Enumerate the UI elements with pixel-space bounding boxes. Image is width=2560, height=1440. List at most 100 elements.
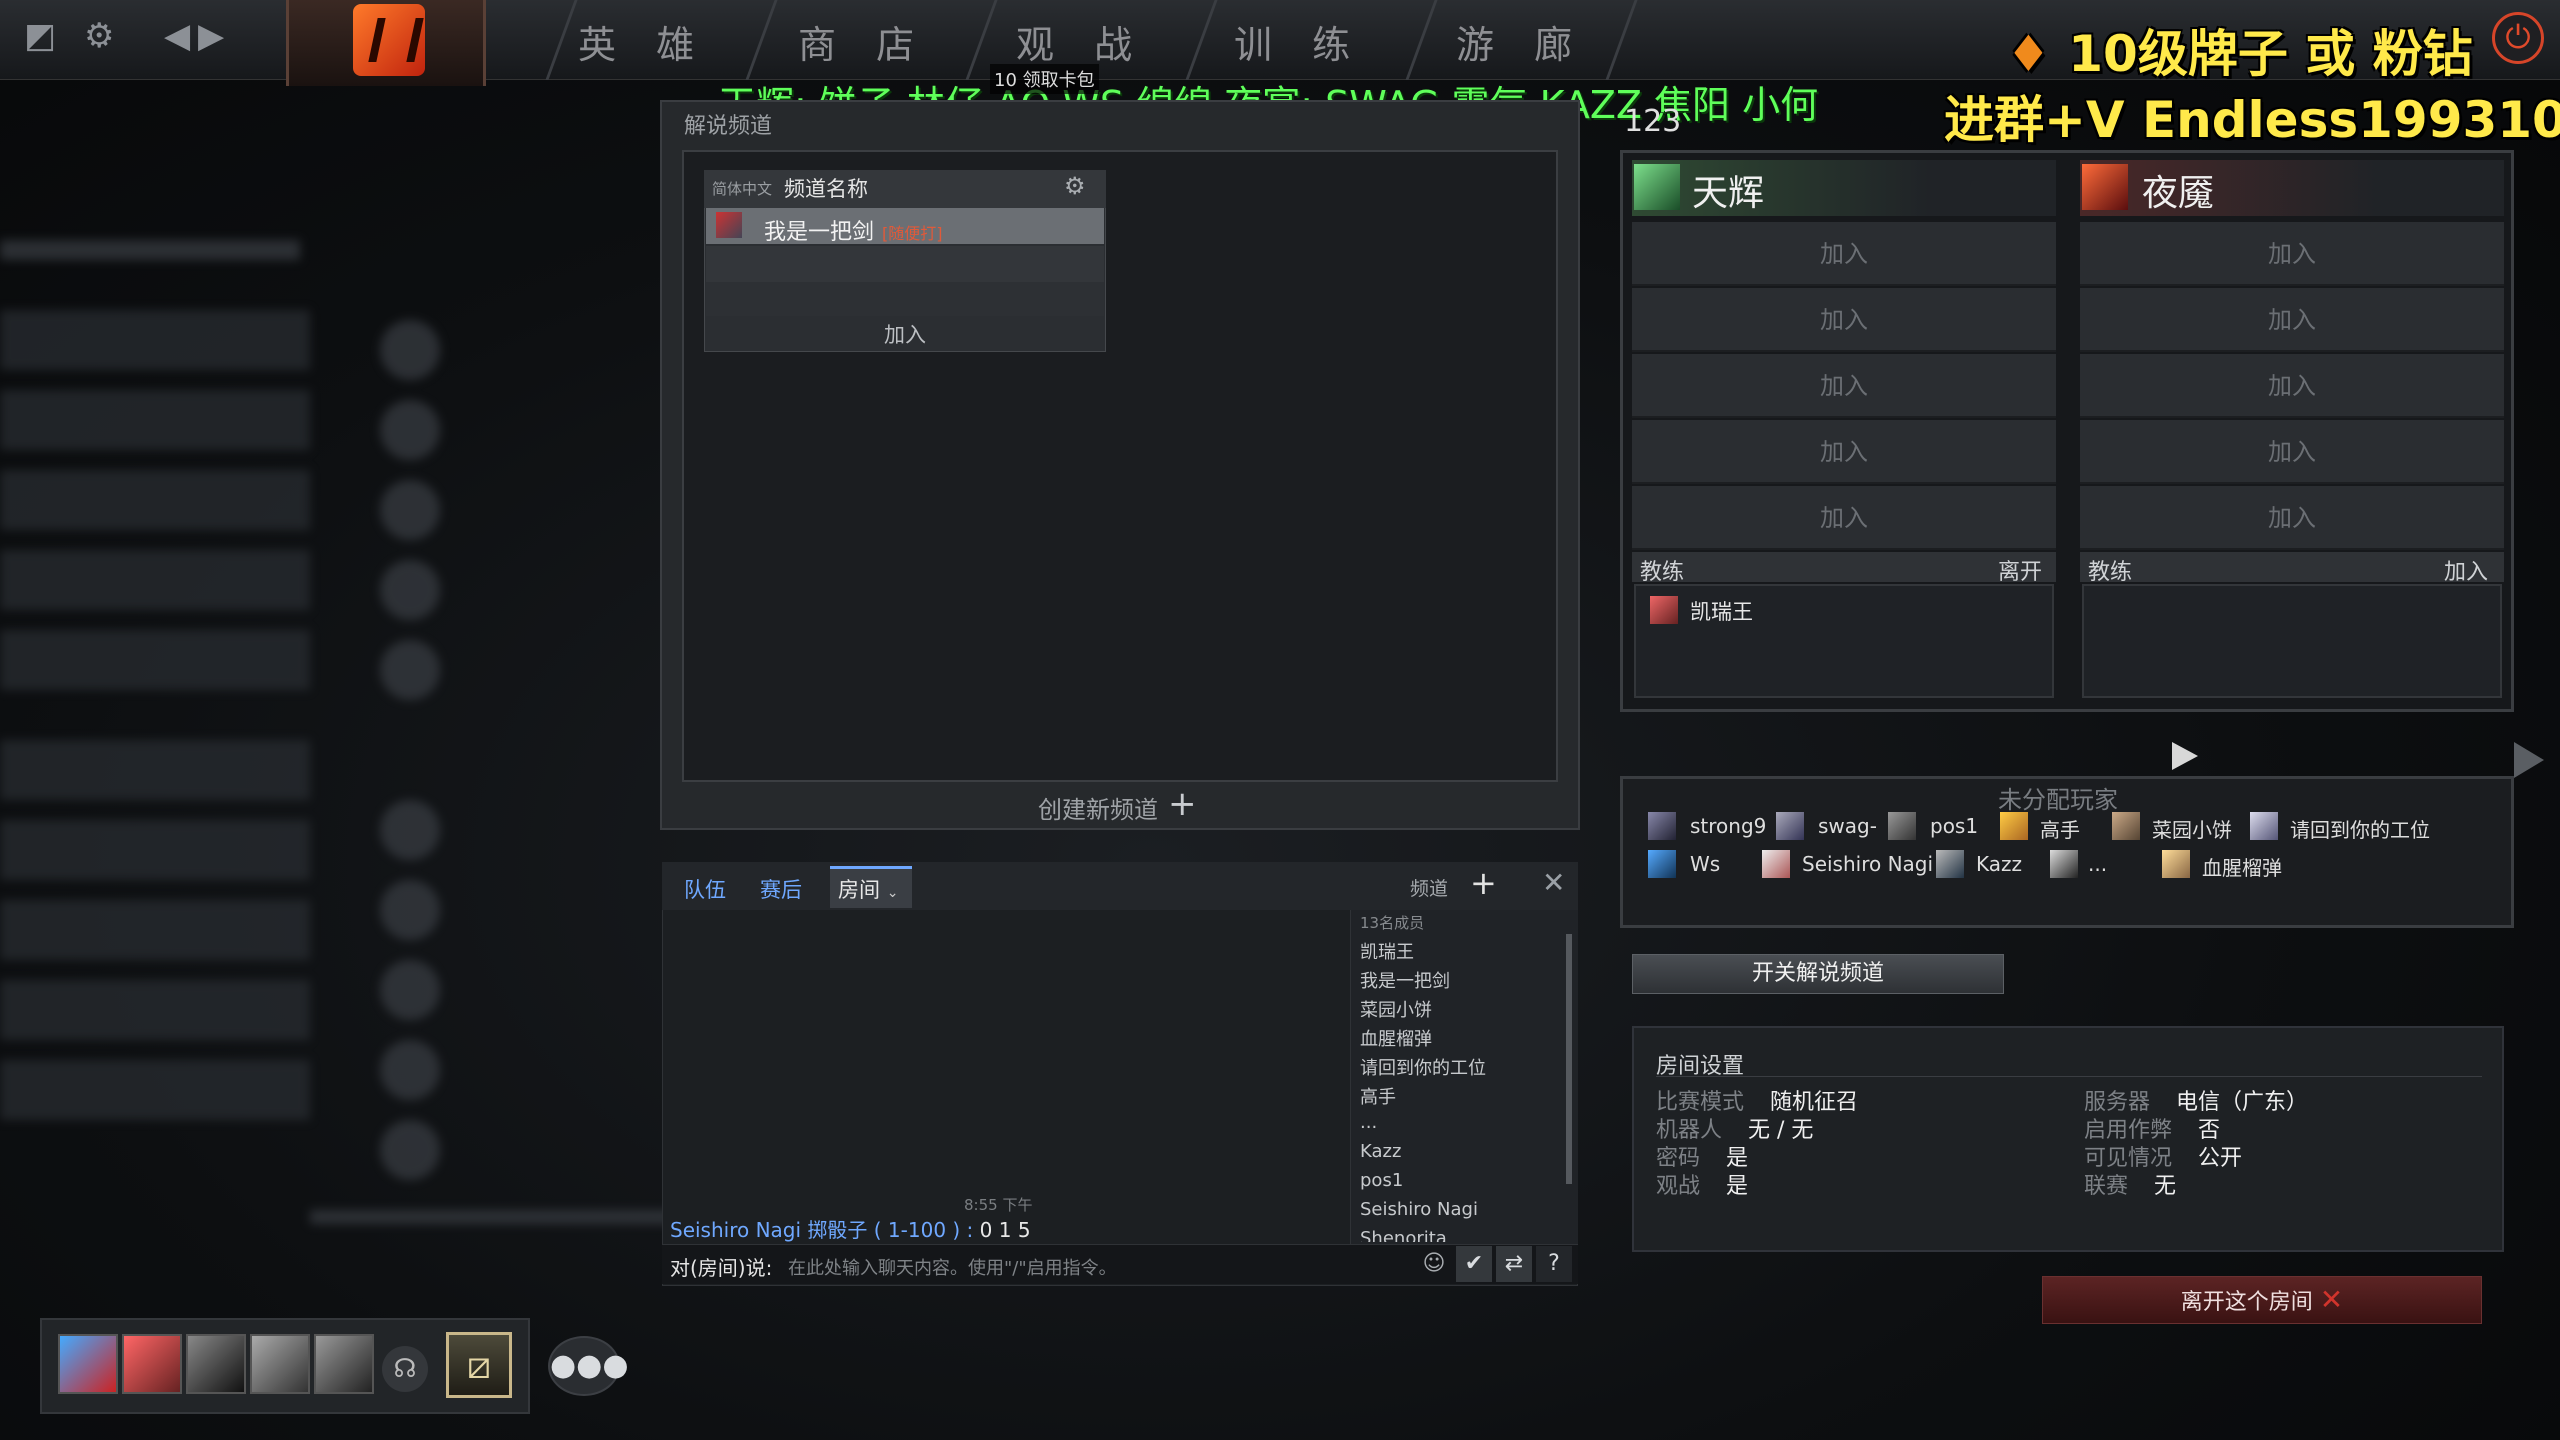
chat-wheel-icon[interactable]: ⇄ (1496, 1246, 1532, 1282)
member-item[interactable]: Seishiro Nagi (1360, 1199, 1478, 1220)
headset-icon[interactable]: ☊ (382, 1346, 428, 1392)
member-item[interactable]: 血腥榴弹 (1360, 1025, 1432, 1051)
expand-arrow-icon[interactable] (2514, 742, 2544, 778)
radiant-coach-label: 教练 (1640, 560, 1685, 585)
channels-label[interactable]: 频道 (1410, 874, 1448, 901)
player-avatar (2162, 850, 2190, 878)
dire-slot[interactable]: 加入 (2080, 222, 2504, 286)
dire-slot[interactable]: 加入 (2080, 486, 2504, 550)
nav-heroes[interactable]: 英 雄 (578, 14, 708, 69)
dire-slot[interactable]: 加入 (2080, 354, 2504, 418)
gear-icon[interactable]: ⚙ (84, 16, 114, 56)
setting-value: 公开 (2198, 1146, 2243, 1171)
setting-value: 是 (1726, 1174, 1749, 1199)
member-item[interactable]: ... (1360, 1112, 1377, 1133)
radiant-slot[interactable]: 加入 (1632, 222, 2056, 286)
party-avatar[interactable] (122, 1334, 182, 1394)
dire-slot[interactable]: 加入 (2080, 288, 2504, 352)
channel-row-empty (706, 282, 1104, 316)
unassigned-player[interactable]: swag- (1818, 814, 1877, 838)
close-icon: ✕ (2319, 1283, 2344, 1316)
party-avatar[interactable] (314, 1334, 374, 1394)
radiant-slot[interactable]: 加入 (1632, 420, 2056, 484)
unassigned-player[interactable]: Ws (1690, 852, 1720, 876)
member-item[interactable]: pos1 (1360, 1170, 1403, 1191)
party-avatar[interactable] (250, 1334, 310, 1394)
emoji-icon[interactable]: ☺ (1416, 1246, 1452, 1282)
card-pack-badge[interactable]: 10 领取卡包 (990, 64, 1099, 94)
dota-logo-button[interactable] (286, 0, 486, 86)
unassigned-player[interactable]: 请回到你的工位 (2290, 814, 2430, 843)
radiant-slot[interactable]: 加入 (1632, 354, 2056, 418)
unassigned-player[interactable]: Seishiro Nagi (1802, 852, 1933, 876)
member-item[interactable]: Kazz (1360, 1141, 1401, 1162)
promo-overlay-line1: ♦ 10级牌子 或 粉钻 (2006, 14, 2473, 86)
player-avatar (1888, 812, 1916, 840)
rank-medal-icon[interactable]: ⧄ (446, 1332, 512, 1398)
help-icon[interactable]: ? (1536, 1246, 1572, 1282)
chat-target-label[interactable]: 对(房间)说: (670, 1252, 772, 1281)
party-avatar[interactable] (58, 1334, 118, 1394)
channel-join-button[interactable]: 加入 (706, 318, 1104, 352)
roll-result: 0 1 5 (979, 1218, 1031, 1242)
power-icon[interactable]: ⏻ (2492, 12, 2544, 64)
nav-learn[interactable]: 训 练 (1234, 14, 1364, 69)
member-item[interactable]: 我是一把剑 (1360, 967, 1450, 993)
unassigned-player[interactable]: 高手 (2040, 814, 2080, 843)
radiant-title: 天辉 (1692, 173, 1765, 214)
nav-store[interactable]: 商 店 (798, 14, 928, 69)
channel-row-empty (706, 246, 1104, 282)
chat-input-field[interactable]: 在此处输入聊天内容。使用"/"启用指令。 (788, 1254, 1117, 1280)
radiant-coach-leave-button[interactable]: 离开 (1998, 554, 2042, 586)
dota-menu-icon[interactable]: ◩ (24, 16, 56, 56)
dire-coach-join-button[interactable]: 加入 (2444, 554, 2488, 586)
channel-settings-gear-icon[interactable]: ⚙ (1064, 172, 1086, 200)
add-channel-plus-icon[interactable]: + (1470, 864, 1497, 902)
overlay-number: 123 (1624, 104, 1682, 139)
coach-name[interactable]: 凯瑞王 (1690, 596, 1753, 626)
slot-join-label: 加入 (2268, 240, 2316, 268)
dire-icon (2082, 164, 2128, 210)
player-avatar (1936, 850, 1964, 878)
radiant-slot[interactable]: 加入 (1632, 288, 2056, 352)
player-avatar (1776, 812, 1804, 840)
dire-slot[interactable]: 加入 (2080, 420, 2504, 484)
tab-team[interactable]: 队伍 (684, 874, 726, 904)
party-members-icon[interactable]: ●●● (548, 1336, 629, 1396)
chevron-down-icon: ⌄ (886, 885, 899, 901)
radiant-icon (1634, 164, 1680, 210)
member-list-scrollbar[interactable] (1566, 934, 1572, 1184)
back-arrow-icon[interactable]: ◀ (164, 16, 190, 56)
unassigned-player[interactable]: strong9 (1690, 814, 1766, 838)
toggle-broadcast-channel-button[interactable]: 开关解说频道 (1632, 954, 2004, 994)
forward-arrow-icon[interactable]: ▶ (198, 16, 224, 56)
close-icon[interactable]: ✕ (1542, 866, 1565, 899)
setting-value: 无 / 无 (1748, 1118, 1814, 1143)
setting-key: 联赛 (2084, 1174, 2129, 1199)
channel-name-header: 频道名称 (784, 177, 868, 201)
unassigned-player[interactable]: Kazz (1976, 852, 2022, 876)
nav-watch[interactable]: 观 战 (1016, 14, 1146, 69)
unassigned-player[interactable]: pos1 (1930, 814, 1978, 838)
nav-arcade[interactable]: 游 廊 (1456, 14, 1586, 69)
channel-language: 简体中文 (712, 180, 773, 198)
unassigned-player[interactable]: 血腥榴弹 (2202, 852, 2282, 881)
member-item[interactable]: 请回到你的工位 (1360, 1054, 1486, 1080)
slot-join-label: 加入 (1820, 504, 1868, 532)
tab-postgame[interactable]: 赛后 (760, 874, 802, 904)
leave-room-button[interactable]: 离开这个房间 ✕ (2042, 1276, 2482, 1324)
plus-icon[interactable]: + (1168, 784, 1197, 824)
member-item[interactable]: 高手 (1360, 1083, 1396, 1109)
member-item[interactable]: Shenorita (1360, 1228, 1447, 1242)
slot-join-label: 加入 (2268, 438, 2316, 466)
unassigned-player[interactable]: 菜园小饼 (2152, 814, 2232, 843)
channel-row-tag: [随便打] (882, 224, 943, 243)
member-item[interactable]: 菜园小饼 (1360, 996, 1432, 1022)
member-item[interactable]: 凯瑞王 (1360, 938, 1414, 964)
party-avatar[interactable] (186, 1334, 246, 1394)
unassigned-player[interactable]: ... (2088, 852, 2107, 876)
slot-join-label: 加入 (1820, 438, 1868, 466)
create-channel-label[interactable]: 创建新频道 (1038, 790, 1158, 825)
radiant-slot[interactable]: 加入 (1632, 486, 2056, 550)
checkmark-icon[interactable]: ✔ (1456, 1246, 1492, 1282)
